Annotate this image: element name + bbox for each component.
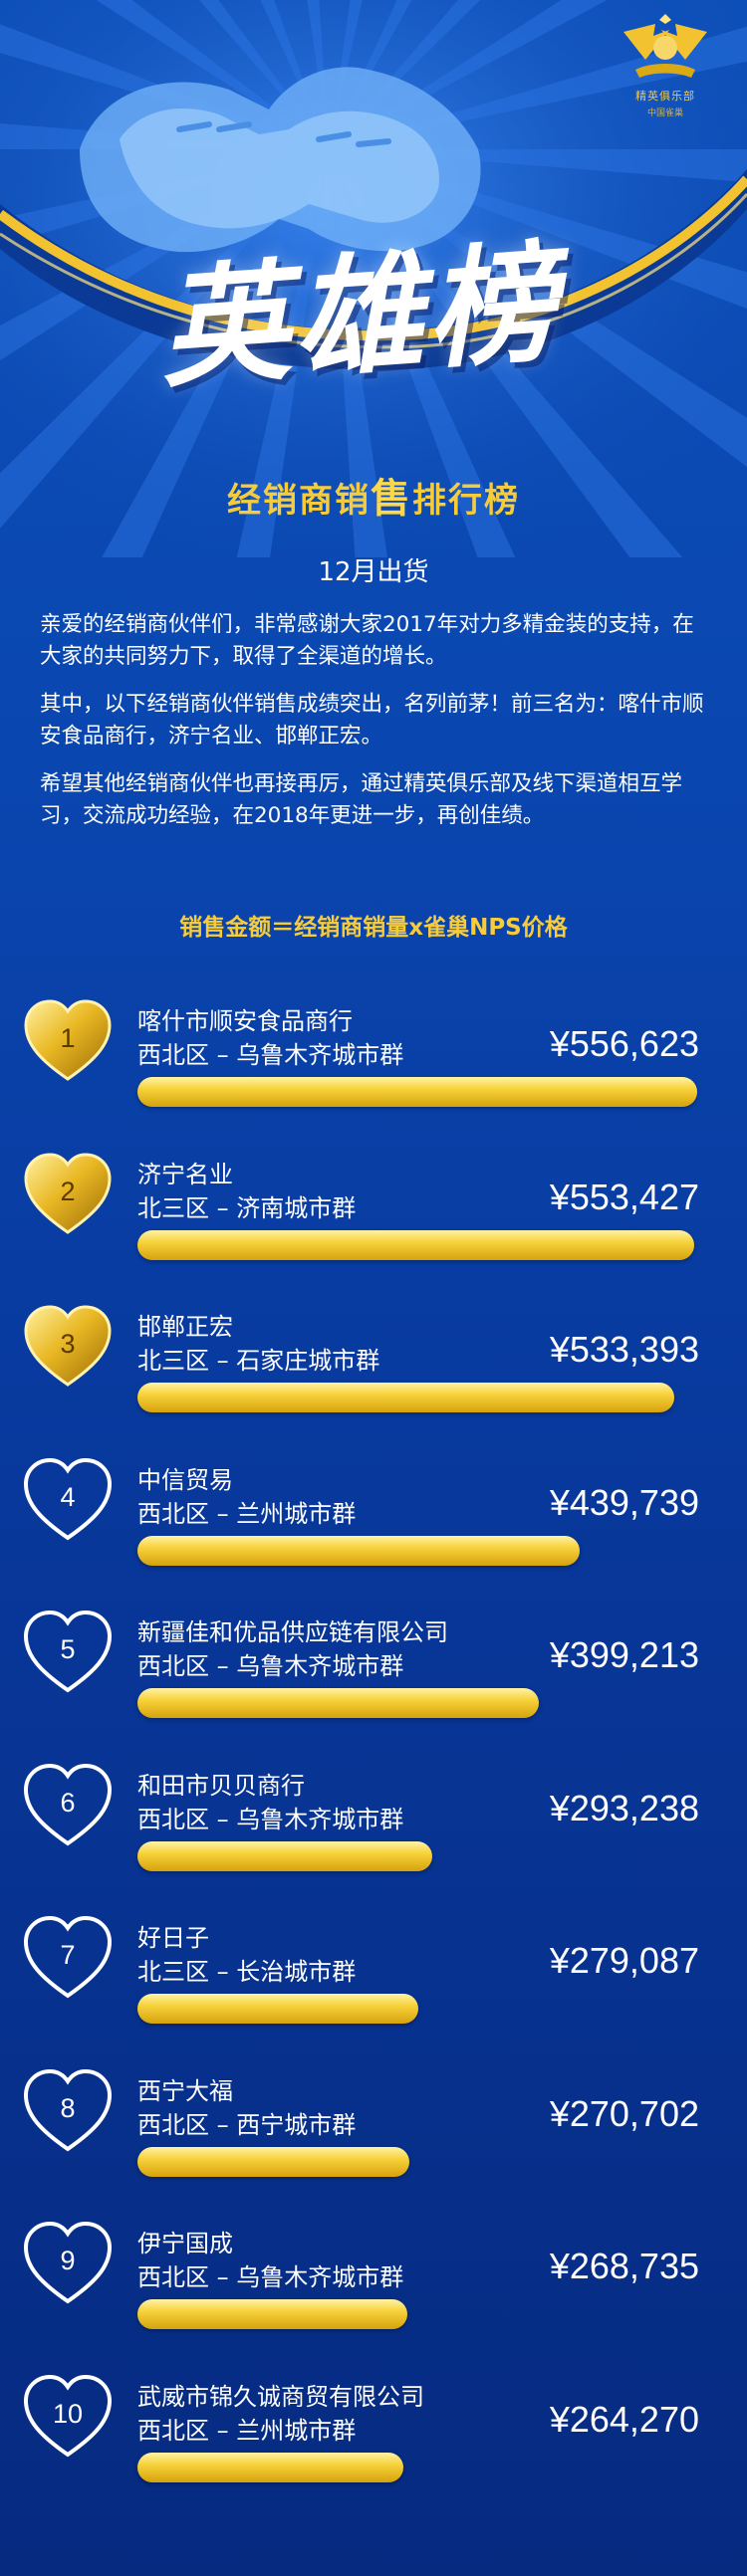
- rank-number: 9: [60, 2246, 76, 2275]
- sales-amount: ¥533,393: [549, 1329, 699, 1370]
- sales-amount: ¥279,087: [549, 1940, 699, 1981]
- ranking-row: 3 邯郸正宏 北三区 – 石家庄城市群 ¥533,393: [0, 1303, 747, 1422]
- heart-outline-badge-icon: 7: [22, 1914, 114, 2002]
- sales-amount: ¥268,735: [549, 2246, 699, 2286]
- ranking-row: 9 伊宁国成 西北区 – 乌鲁木齐城市群 ¥268,735: [0, 2220, 747, 2339]
- sales-bar-fill: [137, 1230, 694, 1260]
- dealer-region: 西北区 – 西宁城市群: [137, 2111, 357, 2139]
- club-emblem-icon: [623, 14, 707, 78]
- sales-bar-track: [137, 2453, 697, 2482]
- dealer-name: 西宁大福: [137, 2077, 233, 2105]
- rank-number: 4: [60, 1482, 76, 1512]
- ranking-row: 7 好日子 北三区 – 长治城市群 ¥279,087: [0, 1914, 747, 2034]
- page-subtitle: 经销商销售排行榜: [0, 466, 747, 524]
- sales-bar-track: [137, 1077, 697, 1107]
- dealer-region: 西北区 – 乌鲁木齐城市群: [137, 2263, 404, 2291]
- dealer-name: 济宁名业: [137, 1161, 233, 1188]
- dealer-region: 北三区 – 长治城市群: [137, 1958, 357, 1986]
- sales-bar-fill: [137, 2453, 403, 2482]
- sales-bar-fill: [137, 1077, 697, 1107]
- sales-bar-track: [137, 1230, 697, 1260]
- sales-bar-track: [137, 1994, 697, 2024]
- ranking-row: 2 济宁名业 北三区 – 济南城市群 ¥553,427: [0, 1151, 747, 1270]
- dealer-name: 邯郸正宏: [137, 1313, 233, 1341]
- dealer-region: 西北区 – 乌鲁木齐城市群: [137, 1652, 404, 1680]
- heart-outline-badge-icon: 6: [22, 1762, 114, 1849]
- dealer-name: 武威市锦久诚商贸有限公司: [137, 2383, 424, 2411]
- sales-bar-track: [137, 1688, 697, 1718]
- dealer-region: 西北区 – 兰州城市群: [137, 2417, 357, 2445]
- sales-bar-fill: [137, 2299, 407, 2329]
- sales-formula: 销售金额＝经销商销量x雀巢NPS价格: [179, 915, 568, 941]
- sales-amount: ¥439,739: [549, 1482, 699, 1523]
- intro-paragraph-2: 其中，以下经销商伙伴销售成绩突出，名列前茅！前三名为：喀什市顺安食品商行，济宁名…: [40, 692, 704, 749]
- gold-heart-badge-icon: 3: [22, 1303, 114, 1391]
- sales-amount: ¥270,702: [549, 2093, 699, 2134]
- rank-number: 10: [52, 2399, 84, 2429]
- dealer-name: 新疆佳和优品供应链有限公司: [137, 1618, 448, 1646]
- dealer-region: 西北区 – 兰州城市群: [137, 1500, 357, 1528]
- club-logo: 精英俱乐部 中国雀巢: [606, 14, 725, 131]
- heart-outline-badge-icon: 4: [22, 1456, 114, 1544]
- sales-amount: ¥399,213: [549, 1634, 699, 1675]
- sales-bar-track: [137, 2147, 697, 2177]
- page: 精英俱乐部 中国雀巢 英雄榜 经销商销售排行榜 12月出货 亲爱的经销商伙伴们，…: [0, 0, 747, 2576]
- sales-amount: ¥293,238: [549, 1788, 699, 1828]
- dealer-region: 西北区 – 乌鲁木齐城市群: [137, 1806, 404, 1833]
- rank-number: 3: [60, 1329, 76, 1359]
- heart-outline-badge-icon: 5: [22, 1609, 114, 1696]
- heart-outline-badge-icon: 10: [22, 2373, 114, 2461]
- ranking-row: 1 喀什市顺安食品商行 西北区 – 乌鲁木齐城市群 ¥556,623: [0, 997, 747, 1117]
- sales-amount: ¥553,427: [549, 1177, 699, 1217]
- heart-outline-badge-icon: 8: [22, 2067, 114, 2155]
- sales-bar-fill: [137, 1994, 418, 2024]
- subtitle-part-2: 售: [371, 476, 412, 522]
- logo-name: 精英俱乐部: [635, 90, 695, 103]
- dealer-region: 北三区 – 济南城市群: [137, 1194, 357, 1222]
- intro-paragraph-3: 希望其他经销商伙伴也再接再厉，通过精英俱乐部及线下渠道相互学习，交流成功经验，在…: [40, 771, 683, 828]
- subtitle-part-3: 排行榜: [412, 481, 520, 521]
- dealer-name: 中信贸易: [137, 1466, 233, 1494]
- rank-number: 8: [60, 2093, 76, 2123]
- gold-heart-badge-icon: 2: [22, 1151, 114, 1238]
- sales-amount: ¥556,623: [549, 1023, 699, 1064]
- rank-number: 5: [60, 1634, 76, 1664]
- ranking-row: 5 新疆佳和优品供应链有限公司 西北区 – 乌鲁木齐城市群 ¥399,213: [0, 1609, 747, 1728]
- sales-bar-fill: [137, 1536, 580, 1566]
- dealer-name: 好日子: [137, 1924, 209, 1952]
- intro-text: 亲爱的经销商伙伴们，非常感谢大家2017年对力多精金装的支持，在大家的共同努力下…: [40, 609, 713, 848]
- hero-banner: 精英俱乐部 中国雀巢 英雄榜 经销商销售排行榜: [0, 0, 747, 557]
- sales-bar-fill: [137, 1383, 674, 1412]
- sales-amount: ¥264,270: [549, 2399, 699, 2440]
- rank-number: 7: [60, 1940, 76, 1970]
- hero-title: 英雄榜: [154, 225, 565, 406]
- dealer-name: 和田市贝贝商行: [137, 1772, 305, 1800]
- gold-heart-badge-icon: 1: [22, 997, 114, 1085]
- ranking-row: 4 中信贸易 西北区 – 兰州城市群 ¥439,739: [0, 1456, 747, 1576]
- rank-number: 1: [60, 1023, 76, 1053]
- sales-bar-track: [137, 1841, 697, 1871]
- period-label: 12月出货: [318, 557, 429, 587]
- sales-bar-fill: [137, 1688, 539, 1718]
- sales-bar-track: [137, 1536, 697, 1566]
- sales-bar-track: [137, 1383, 697, 1412]
- rank-number: 2: [60, 1177, 76, 1206]
- rank-number: 6: [60, 1788, 76, 1818]
- subtitle-part-1: 经销商销: [227, 481, 371, 521]
- ranking-row: 6 和田市贝贝商行 西北区 – 乌鲁木齐城市群 ¥293,238: [0, 1762, 747, 1881]
- dealer-name: 喀什市顺安食品商行: [137, 1007, 353, 1035]
- sales-bar-track: [137, 2299, 697, 2329]
- intro-paragraph-1: 亲爱的经销商伙伴们，非常感谢大家2017年对力多精金装的支持，在大家的共同努力下…: [40, 612, 694, 669]
- dealer-name: 伊宁国成: [137, 2230, 233, 2257]
- heart-outline-badge-icon: 9: [22, 2220, 114, 2307]
- dealer-region: 北三区 – 石家庄城市群: [137, 1347, 380, 1375]
- sales-bar-fill: [137, 2147, 409, 2177]
- ranking-row: 8 西宁大福 西北区 – 西宁城市群 ¥270,702: [0, 2067, 747, 2187]
- ranking-row: 10 武威市锦久诚商贸有限公司 西北区 – 兰州城市群 ¥264,270: [0, 2373, 747, 2492]
- dealer-region: 西北区 – 乌鲁木齐城市群: [137, 1041, 404, 1069]
- logo-subtitle: 中国雀巢: [646, 108, 683, 118]
- sales-bar-fill: [137, 1841, 432, 1871]
